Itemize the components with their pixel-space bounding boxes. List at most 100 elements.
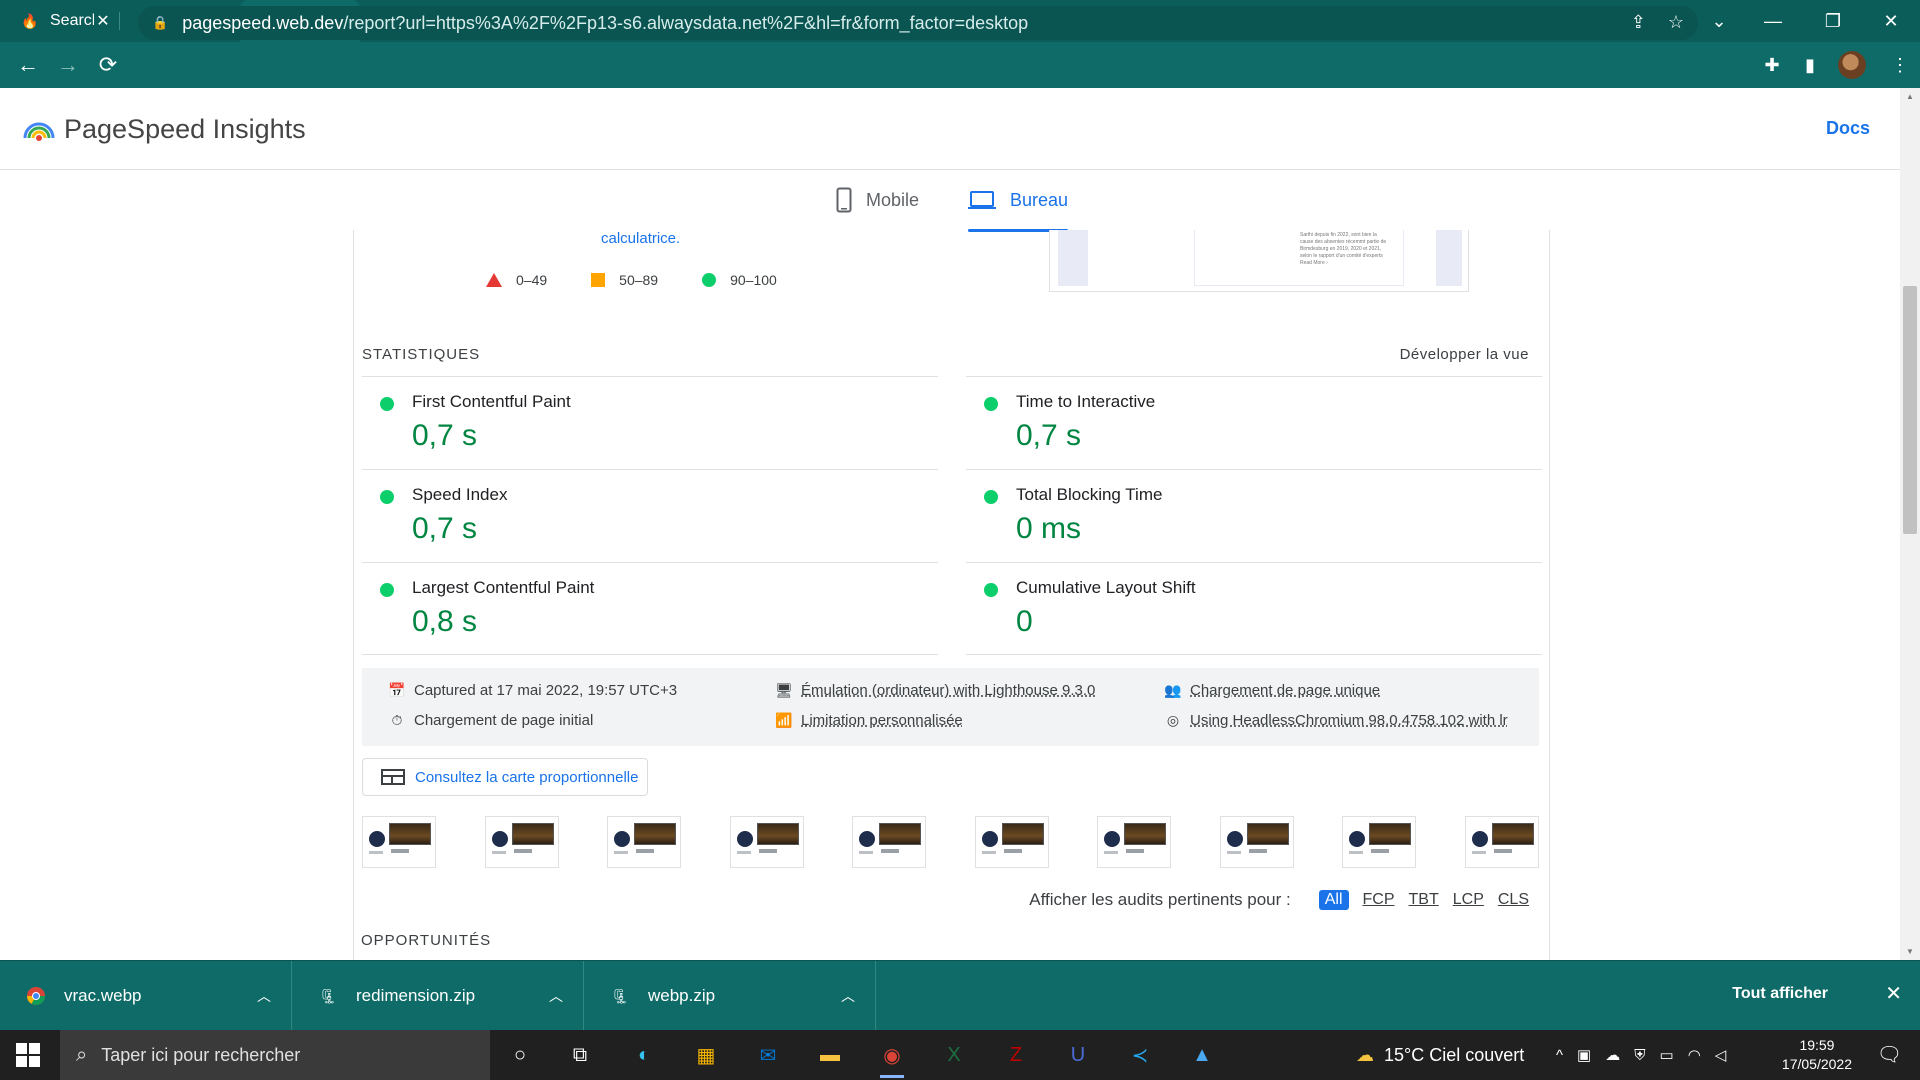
info-initial-load-text: Chargement de page initial [414, 712, 594, 729]
audit-chip-all[interactable]: All [1318, 890, 1349, 910]
filmstrip-frame [1097, 816, 1171, 868]
chrome-icon[interactable]: ◉ [876, 1039, 908, 1078]
metric-label: Total Blocking Time [1016, 485, 1163, 504]
scrollbar-thumb[interactable] [1903, 286, 1917, 534]
close-tab-icon[interactable]: ✕ [94, 11, 112, 31]
scroll-down-icon[interactable]: ▼ [1906, 947, 1914, 956]
taskbar-clock[interactable]: 19:59 17/05/2022 [1782, 1036, 1852, 1074]
calculator-link[interactable]: calculatrice. [601, 230, 680, 247]
score-legend: 0–49 50–89 90–100 [486, 272, 821, 288]
weather-widget[interactable]: ☁ 15°C Ciel couvert [1356, 1030, 1524, 1080]
metric-value: 0 ms [1016, 512, 1082, 545]
device-icon[interactable]: ▣ [1577, 1046, 1591, 1064]
expand-view-toggle[interactable]: Développer la vue [1400, 346, 1529, 363]
show-all-downloads[interactable]: Tout afficher [1732, 985, 1828, 1003]
tab-desktop[interactable]: Bureau [968, 170, 1069, 232]
share-icon[interactable]: ⇪ [1631, 12, 1646, 33]
page-content: PageSpeed Insights Docs Mobile Bureau ca… [0, 88, 1900, 960]
store-icon[interactable]: ▦ [690, 1039, 722, 1071]
info-browser[interactable]: ◎ Using HeadlessChromium 98.0.4758.102 w… [1164, 712, 1508, 729]
scroll-up-icon[interactable]: ▲ [1906, 92, 1914, 101]
security-icon[interactable]: ⛨ [1634, 1047, 1645, 1064]
page-scrollbar[interactable]: ▲ ▼ [1900, 88, 1920, 960]
sidepanel-icon[interactable]: ▮ [1796, 51, 1824, 79]
archive-icon: 🗜 [319, 987, 337, 1004]
bookmark-star-icon[interactable]: ☆ [1668, 12, 1684, 33]
tab-search-icon[interactable]: ⌄ [1694, 0, 1744, 42]
url-bar[interactable]: 🔒 pagespeed.web.dev/report?url=https%3A%… [138, 6, 1698, 40]
filezilla-icon[interactable]: Z [1000, 1039, 1032, 1071]
metric-label: Time to Interactive [1016, 392, 1156, 411]
chevron-up-icon[interactable]: ︿ [841, 986, 855, 1006]
url-path: /report?url=https%3A%2F%2Fp13-s6.alwaysd… [343, 12, 1029, 33]
form-factor-tabs: Mobile Bureau [0, 170, 1900, 232]
menu-icon[interactable]: ⋮ [1886, 51, 1914, 79]
tab-title: Search [50, 12, 94, 29]
mail-icon[interactable]: ✉ [752, 1039, 784, 1071]
chevron-up-icon[interactable]: ︿ [549, 986, 563, 1006]
close-window-button[interactable]: ✕ [1866, 0, 1916, 42]
volume-muted-icon[interactable]: ◁ [1715, 1046, 1727, 1064]
folder-icon[interactable]: ▬ [814, 1039, 846, 1071]
battery-icon[interactable]: ▭ [1660, 1046, 1674, 1064]
treemap-label: Consultez la carte proportionnelle [415, 768, 639, 786]
legend-average: 50–89 [619, 272, 659, 288]
vscode-icon[interactable]: ≺ [1124, 1039, 1156, 1071]
reload-button[interactable]: ⟳ [88, 45, 128, 85]
audit-chip-lcp[interactable]: LCP [1453, 891, 1484, 909]
photos-icon[interactable]: ▲ [1186, 1039, 1218, 1071]
browser-tab[interactable]: 🔥 Search✕ [0, 0, 120, 42]
final-screenshot: Sarthi depuis fin 2022, sont bien la cau… [1049, 230, 1469, 292]
filmstrip-frame [730, 816, 804, 868]
back-button[interactable]: ← [8, 45, 48, 85]
treemap-button[interactable]: Consultez la carte proportionnelle [362, 758, 648, 796]
extensions-icon[interactable]: ✚ [1758, 51, 1786, 79]
filmstrip-frame [852, 816, 926, 868]
uwamp-icon[interactable]: U [1062, 1039, 1094, 1071]
audit-chip-cls[interactable]: CLS [1498, 891, 1529, 909]
flame-icon: 🔥 [21, 12, 39, 29]
audit-chip-tbt[interactable]: TBT [1409, 891, 1439, 909]
metric-value: 0,7 s [412, 512, 478, 545]
excel-icon[interactable]: X [938, 1039, 970, 1071]
info-throttling[interactable]: 📶 Limitation personnalisée [775, 712, 962, 729]
metric-fcp: First Contentful Paint 0,7 s [362, 376, 938, 469]
forward-button[interactable]: → [48, 45, 88, 85]
chevron-up-icon[interactable]: ^ [1556, 1047, 1563, 1064]
info-captured-text: Captured at 17 mai 2022, 19:57 UTC+3 [414, 682, 678, 699]
minimize-button[interactable]: — [1748, 0, 1798, 42]
docs-link[interactable]: Docs [1826, 118, 1870, 139]
close-icon[interactable]: ✕ [1885, 981, 1902, 1006]
notification-icon[interactable]: 🗨 [1877, 1042, 1902, 1067]
info-emulation[interactable]: 🖥 Émulation (ordinateur) with Lighthouse… [775, 682, 1095, 699]
metric-tbt: Total Blocking Time 0 ms [966, 469, 1542, 562]
metric-label: Cumulative Layout Shift [1016, 578, 1196, 597]
filmstrip-frame [975, 816, 1049, 868]
start-button[interactable] [16, 1043, 40, 1067]
screenshot-text: Sarthi depuis fin 2022, sont bien la cau… [1300, 232, 1387, 266]
edge-icon[interactable]: ◐ [628, 1039, 660, 1071]
download-name: webp.zip [648, 986, 716, 1005]
download-item[interactable]: 🗜 webp.zip ︿ [584, 961, 876, 1031]
wifi-icon[interactable]: ◠ [1688, 1046, 1701, 1064]
metric-value: 0,7 s [412, 419, 478, 452]
windows-taskbar: ⌕ Taper ici pour rechercher ○ ⧉ ◐ ▦ ✉ ▬ … [0, 1030, 1920, 1080]
chromium-icon: ◎ [1166, 712, 1180, 728]
clock-time: 19:59 [1799, 1037, 1835, 1053]
avatar[interactable] [1838, 51, 1866, 79]
tab-mobile[interactable]: Mobile [836, 170, 919, 230]
metric-value: 0 [1016, 605, 1033, 638]
audit-chip-fcp[interactable]: FCP [1363, 891, 1395, 909]
metric-label: Speed Index [412, 485, 508, 504]
task-view-icon[interactable]: ⧉ [564, 1039, 596, 1071]
download-item[interactable]: 🗜 redimension.zip ︿ [292, 961, 584, 1031]
address-bar: ← → ⟳ [0, 42, 1920, 88]
pass-circle-icon [380, 397, 394, 411]
taskbar-search[interactable]: ⌕ Taper ici pour rechercher [60, 1030, 490, 1080]
restore-button[interactable]: ❐ [1808, 0, 1858, 42]
download-item[interactable]: vrac.webp ︿ [0, 961, 292, 1031]
onedrive-icon[interactable]: ☁ [1605, 1046, 1620, 1064]
chevron-up-icon[interactable]: ︿ [257, 986, 271, 1006]
cortana-icon[interactable]: ○ [504, 1039, 536, 1071]
info-single-load[interactable]: 👥 Chargement de page unique [1164, 682, 1380, 699]
